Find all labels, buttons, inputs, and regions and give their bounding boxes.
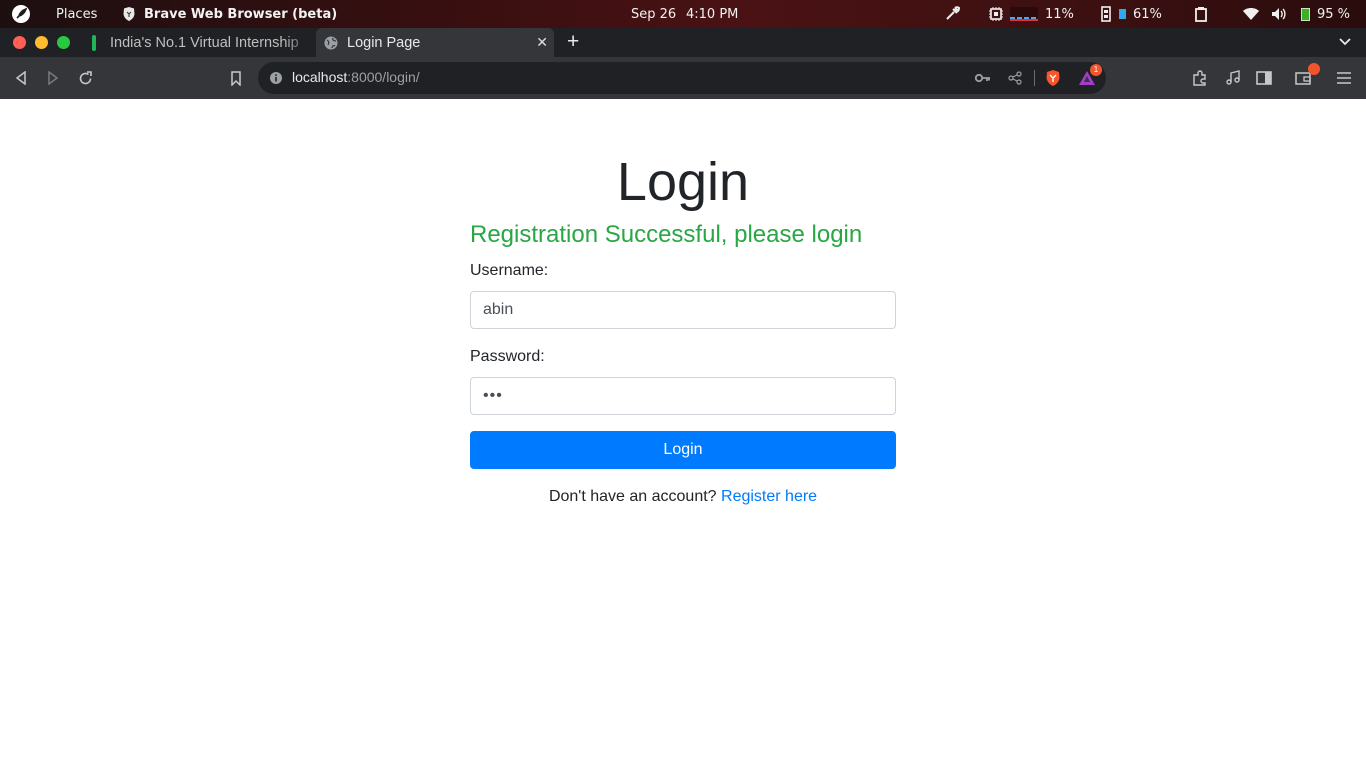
wifi-icon[interactable] bbox=[1243, 0, 1259, 28]
share-icon[interactable] bbox=[1006, 69, 1024, 87]
memory-icon bbox=[1101, 6, 1111, 22]
key-icon[interactable] bbox=[974, 69, 992, 87]
brave-shields-icon[interactable] bbox=[1044, 69, 1062, 87]
window-maximize-button[interactable] bbox=[57, 36, 70, 49]
cpu-graph bbox=[1010, 7, 1038, 21]
menu-icon[interactable] bbox=[1335, 69, 1353, 87]
tab-internship[interactable]: India's No.1 Virtual Internship bbox=[82, 28, 314, 57]
app-menu[interactable]: Brave Web Browser (beta) bbox=[122, 0, 337, 28]
activities-button[interactable] bbox=[12, 0, 30, 28]
wallet-icon[interactable] bbox=[1294, 63, 1320, 87]
url-host: localhost bbox=[292, 69, 348, 85]
battery-icon bbox=[1301, 7, 1310, 21]
page-content: Login Registration Successful, please lo… bbox=[0, 99, 1366, 768]
tab-search-chevron-icon[interactable] bbox=[1338, 34, 1352, 53]
password-label: Password: bbox=[470, 348, 545, 365]
rocket-icon bbox=[12, 5, 30, 23]
volume-icon[interactable] bbox=[1271, 0, 1287, 28]
browser-toolbar: localhost:8000/login/ 1 bbox=[0, 57, 1366, 99]
app-name: Brave Web Browser (beta) bbox=[144, 6, 338, 22]
clipboard-icon[interactable] bbox=[1194, 0, 1208, 28]
window-minimize-button[interactable] bbox=[35, 36, 48, 49]
internship-favicon-icon bbox=[92, 34, 96, 51]
brave-lion-icon bbox=[123, 7, 135, 21]
memory-percent: 61% bbox=[1133, 6, 1162, 22]
address-bar[interactable]: localhost:8000/login/ 1 bbox=[258, 62, 1106, 94]
tab-title: India's No.1 Virtual Internship bbox=[110, 34, 299, 51]
new-tab-button[interactable]: + bbox=[567, 31, 579, 52]
battery-percent: 95 % bbox=[1317, 6, 1351, 22]
tab-strip: India's No.1 Virtual Internship Login Pa… bbox=[0, 28, 1366, 57]
username-label: Username: bbox=[470, 262, 549, 279]
window-close-button[interactable] bbox=[13, 36, 26, 49]
color-picker-icon[interactable] bbox=[944, 0, 960, 28]
memory-monitor[interactable]: 61% bbox=[1100, 0, 1162, 28]
clock-time[interactable]: 4:10 PM bbox=[686, 0, 738, 28]
rewards-badge: 1 bbox=[1090, 64, 1102, 76]
back-icon[interactable] bbox=[12, 69, 30, 87]
cpu-percent: 11% bbox=[1045, 6, 1074, 22]
reload-icon[interactable] bbox=[76, 69, 94, 87]
clock-date[interactable]: Sep 26 bbox=[631, 0, 676, 28]
brave-rewards-icon[interactable]: 1 bbox=[1078, 64, 1102, 87]
password-input[interactable] bbox=[470, 377, 896, 415]
cpu-monitor[interactable]: 11% bbox=[988, 0, 1074, 28]
forward-icon[interactable] bbox=[44, 69, 62, 87]
register-prompt: Don't have an account? Register here bbox=[470, 488, 896, 506]
globe-icon bbox=[324, 36, 338, 49]
site-info-icon[interactable] bbox=[269, 71, 283, 90]
username-input[interactable] bbox=[470, 291, 896, 329]
tab-title: Login Page bbox=[347, 34, 421, 51]
battery-indicator[interactable]: 95 % bbox=[1301, 0, 1350, 28]
sidebar-icon[interactable] bbox=[1255, 69, 1273, 87]
login-button[interactable]: Login bbox=[470, 431, 896, 469]
register-link[interactable]: Register here bbox=[721, 488, 817, 505]
tab-close-icon[interactable]: ✕ bbox=[536, 34, 548, 51]
places-menu[interactable]: Places bbox=[56, 0, 97, 28]
url-path: :8000/login/ bbox=[347, 69, 420, 85]
bookmark-icon[interactable] bbox=[227, 69, 245, 87]
register-prompt-text: Don't have an account? bbox=[548, 488, 717, 505]
system-top-bar: Places Brave Web Browser (beta) Sep 26 4… bbox=[0, 0, 1366, 28]
wallet-notification-dot bbox=[1308, 63, 1320, 75]
page-title: Login bbox=[616, 152, 750, 212]
media-controls-icon[interactable] bbox=[1224, 69, 1242, 87]
cpu-icon bbox=[989, 7, 1003, 21]
success-message: Registration Successful, please login bbox=[470, 221, 863, 248]
url-text[interactable]: localhost:8000/login/ bbox=[292, 69, 420, 85]
memory-bar bbox=[1119, 9, 1126, 19]
extensions-icon[interactable] bbox=[1191, 69, 1209, 87]
tab-login-page[interactable]: Login Page ✕ bbox=[316, 28, 554, 57]
